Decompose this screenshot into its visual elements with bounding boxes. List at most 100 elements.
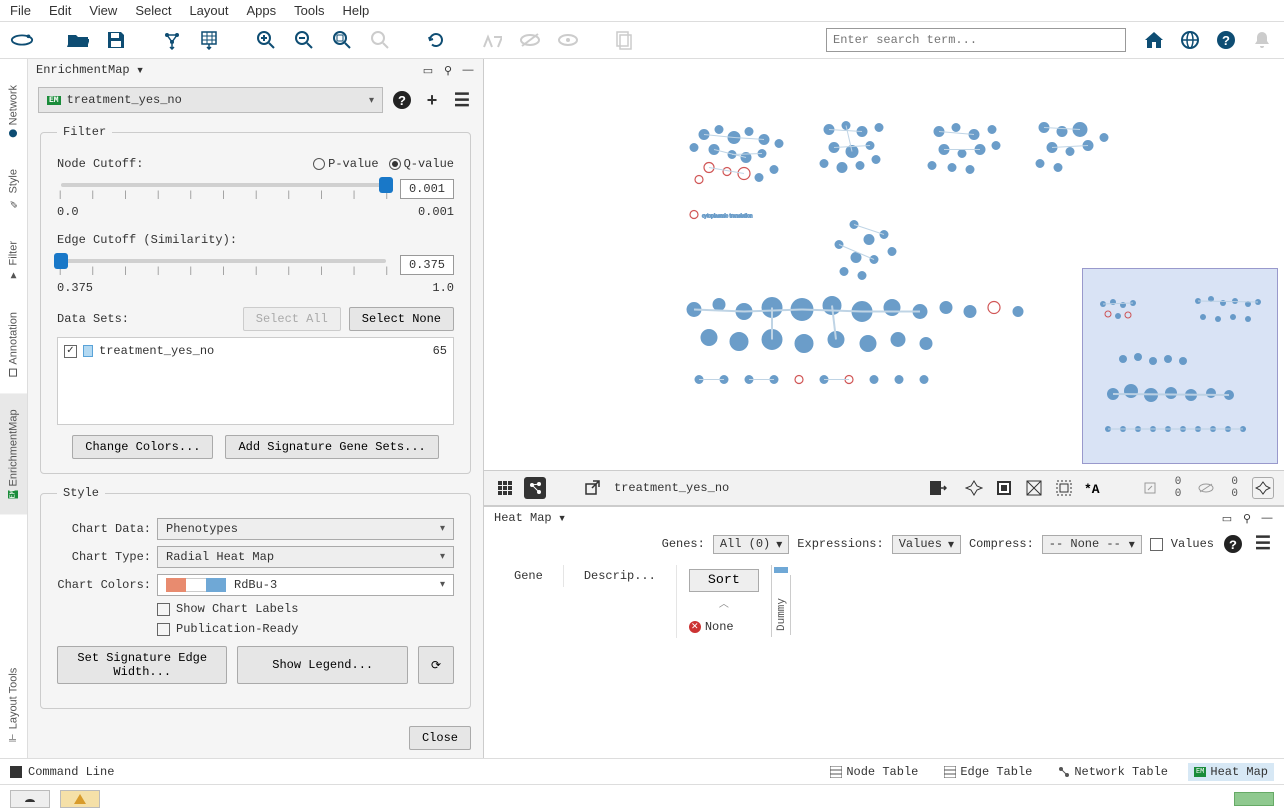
- bottom-tabs: Command Line Node Table Edge Table Netwo…: [0, 758, 1284, 784]
- float-icon[interactable]: ▭: [421, 63, 435, 77]
- vtab-network[interactable]: Network: [0, 69, 27, 153]
- minimize-icon[interactable]: —: [461, 63, 475, 77]
- edge-cutoff-slider[interactable]: |||||||||||: [57, 259, 390, 275]
- chart-data-dropdown[interactable]: Phenotypes▾: [157, 518, 454, 540]
- import-table-icon[interactable]: [198, 28, 222, 52]
- svg-text:?: ?: [1222, 33, 1230, 48]
- genes-dropdown[interactable]: All (0)▾: [713, 535, 789, 554]
- compress-dropdown[interactable]: -- None --▾: [1042, 535, 1142, 554]
- sort-button[interactable]: Sort: [689, 569, 759, 592]
- tab-edge-table[interactable]: Edge Table: [938, 763, 1038, 781]
- home-icon[interactable]: [1142, 28, 1166, 52]
- dataset-row[interactable]: ✓ treatment_yes_no 65: [62, 342, 449, 360]
- fit-content-icon[interactable]: [1252, 477, 1274, 499]
- expressions-label: Expressions:: [797, 537, 883, 551]
- vtab-annotation[interactable]: Annotation: [0, 296, 27, 393]
- hm-minimize-icon[interactable]: —: [1260, 511, 1274, 525]
- network-dropdown[interactable]: EM treatment_yes_no ▾: [38, 87, 383, 113]
- add-button[interactable]: +: [421, 89, 443, 111]
- tab-node-table[interactable]: Node Table: [824, 763, 924, 781]
- chart-type-label: Chart Type:: [57, 550, 151, 564]
- expressions-dropdown[interactable]: Values▾: [892, 535, 961, 554]
- tab-command-line[interactable]: Command Line: [28, 765, 114, 779]
- node-cutoff-slider[interactable]: |||||||||||: [57, 183, 390, 199]
- menu-help[interactable]: Help: [343, 3, 370, 18]
- pvalue-radio[interactable]: P-value: [313, 157, 378, 171]
- refresh-icon[interactable]: [424, 28, 448, 52]
- open-external-icon[interactable]: [582, 477, 604, 499]
- qvalue-radio[interactable]: Q-value: [389, 157, 454, 171]
- vtab-filter[interactable]: ▼Filter: [0, 225, 27, 296]
- warnings-button[interactable]: [60, 790, 100, 808]
- web-icon[interactable]: [1178, 28, 1202, 52]
- network-view[interactable]: cytoplasmic translation: [484, 59, 1284, 470]
- zoom-in-icon[interactable]: [254, 28, 278, 52]
- refresh-style-button[interactable]: ⟳: [418, 646, 454, 684]
- zoom-out-icon[interactable]: [292, 28, 316, 52]
- overview-minimap[interactable]: [1082, 268, 1278, 464]
- bell-icon[interactable]: [1250, 28, 1274, 52]
- menu-layout[interactable]: Layout: [189, 3, 228, 18]
- menu-edit[interactable]: Edit: [49, 3, 71, 18]
- change-colors-button[interactable]: Change Colors...: [72, 435, 213, 459]
- canvas-area: cytoplasmic translation: [484, 59, 1284, 758]
- menu-view[interactable]: View: [89, 3, 117, 18]
- tab-heat-map[interactable]: EMHeat Map: [1188, 763, 1274, 781]
- show-graphics-icon[interactable]: [1053, 477, 1075, 499]
- grid-view-icon[interactable]: [494, 477, 516, 499]
- tab-network-table[interactable]: Network Table: [1052, 763, 1174, 781]
- values-checkbox[interactable]: [1150, 538, 1163, 551]
- add-signature-button[interactable]: Add Signature Gene Sets...: [225, 435, 438, 459]
- edge-cutoff-value[interactable]: 0.375: [400, 255, 454, 275]
- svg-text:cytoplasmic translation: cytoplasmic translation: [702, 214, 753, 220]
- jobs-button[interactable]: [10, 790, 50, 808]
- set-sig-edge-button[interactable]: Set Signature Edge Width...: [57, 646, 227, 684]
- vtab-layout-tools[interactable]: ⊩Layout Tools: [0, 652, 27, 758]
- svg-text:?: ?: [1229, 538, 1237, 553]
- hm-pin-icon[interactable]: ⚲: [1240, 511, 1254, 525]
- select-none-button[interactable]: Select None: [349, 307, 454, 331]
- open-icon[interactable]: [66, 28, 90, 52]
- error-icon: ✕: [689, 621, 701, 633]
- memory-indicator[interactable]: [1234, 792, 1274, 806]
- show-legend-button[interactable]: Show Legend...: [237, 646, 407, 684]
- detach-view-icon[interactable]: [524, 477, 546, 499]
- show-icon: [556, 28, 580, 52]
- help-icon[interactable]: ?: [1214, 28, 1238, 52]
- hm-help-icon[interactable]: ?: [1222, 533, 1244, 555]
- node-cutoff-value[interactable]: 0.001: [400, 179, 454, 199]
- menu-file[interactable]: File: [10, 3, 31, 18]
- pin-icon[interactable]: ⚲: [441, 63, 455, 77]
- publication-ready-checkbox[interactable]: Publication-Ready: [157, 622, 454, 636]
- panel-help-icon[interactable]: ?: [391, 89, 413, 111]
- menu-select[interactable]: Select: [135, 3, 171, 18]
- hm-float-icon[interactable]: ▭: [1220, 511, 1234, 525]
- vtab-style[interactable]: ✎Style: [0, 153, 27, 224]
- menu-icon[interactable]: ☰: [451, 89, 473, 111]
- dataset-checkbox[interactable]: ✓: [64, 345, 77, 358]
- sort-none-row: ✕None: [689, 620, 759, 634]
- new-session-icon[interactable]: [10, 28, 34, 52]
- export-icon: [612, 28, 636, 52]
- export-image-icon[interactable]: [927, 477, 949, 499]
- bird-eye-icon[interactable]: [963, 477, 985, 499]
- zoom-fit-icon[interactable]: [330, 28, 354, 52]
- search-input[interactable]: [826, 28, 1126, 52]
- node-count-icon: [1139, 477, 1161, 499]
- import-network-icon[interactable]: [160, 28, 184, 52]
- enrichmentmap-panel: EnrichmentMap ▼ ▭ ⚲ — EM treatment_yes_n…: [28, 59, 484, 758]
- always-show-graphics-icon[interactable]: [993, 477, 1015, 499]
- file-icon: [83, 345, 93, 357]
- show-chart-labels-checkbox[interactable]: Show Chart Labels: [157, 602, 454, 616]
- save-icon[interactable]: [104, 28, 128, 52]
- vtab-enrichmentmap[interactable]: EMEnrichmentMap: [0, 393, 27, 514]
- hide-icon: [518, 28, 542, 52]
- menu-tools[interactable]: Tools: [294, 3, 324, 18]
- text-scale-icon[interactable]: *A: [1083, 477, 1105, 499]
- hm-menu-icon[interactable]: ☰: [1252, 533, 1274, 555]
- chart-colors-dropdown[interactable]: RdBu-3▾: [157, 574, 454, 596]
- menu-apps[interactable]: Apps: [247, 3, 277, 18]
- chart-type-dropdown[interactable]: Radial Heat Map▾: [157, 546, 454, 568]
- hide-graphics-icon[interactable]: [1023, 477, 1045, 499]
- close-button[interactable]: Close: [409, 726, 471, 750]
